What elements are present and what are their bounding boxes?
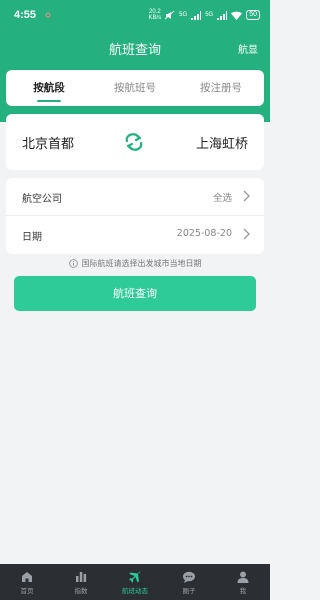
- hint-text: 国际航班请选择出发城市当地日期: [81, 259, 202, 268]
- page-title: 航班查询: [108, 43, 161, 58]
- person-icon: [237, 571, 249, 583]
- flight-display-link[interactable]: 航显: [238, 41, 258, 56]
- tab-by-flight-number[interactable]: 按航班号: [92, 70, 178, 106]
- filter-form: 航空公司 全选 日期 2025-08-20: [6, 178, 264, 254]
- status-indicators: 20.2 KB/s 5G 5G 50: [148, 9, 260, 21]
- international-hint: 国际航班请选择出发城市当地日期: [0, 258, 270, 269]
- departure-city[interactable]: 北京首都: [22, 133, 74, 152]
- home-icon: [22, 571, 32, 582]
- route-selector: 北京首都 上海虹桥: [6, 114, 264, 170]
- search-mode-tabs: 按航段 按航班号 按注册号: [6, 70, 264, 106]
- battery-indicator: 50: [246, 10, 260, 20]
- nav-me[interactable]: 我: [216, 564, 270, 600]
- date-row[interactable]: 日期 2025-08-20: [6, 216, 264, 254]
- signal-label-1: 5G: [179, 12, 188, 18]
- info-icon: [68, 259, 78, 268]
- mute-icon: [165, 10, 175, 19]
- chevron-right-icon: [243, 190, 250, 202]
- signal-icon-2: [217, 10, 228, 20]
- network-speed: 20.2 KB/s: [148, 9, 162, 21]
- nav-flight-status[interactable]: 航班动态: [108, 564, 162, 600]
- nav-index[interactable]: 指数: [54, 564, 108, 600]
- bottom-navigation: 首页 指数 航班动态 圈子 我: [0, 564, 270, 600]
- tab-by-segment[interactable]: 按航段: [6, 70, 92, 106]
- nav-bar: 航班查询 航显: [0, 30, 270, 66]
- date-label: 日期: [22, 232, 42, 243]
- status-bar: 4:55 20.2 KB/s 5G 5G 50: [0, 0, 270, 30]
- airline-value: 全选: [212, 193, 232, 204]
- swap-cities-icon[interactable]: [123, 132, 145, 152]
- chat-icon: [183, 571, 195, 583]
- bar-chart-icon: [76, 571, 87, 582]
- airplane-icon: [129, 570, 141, 583]
- flight-search-button[interactable]: 航班查询: [14, 276, 256, 311]
- status-time: 4:55: [14, 9, 37, 21]
- airline-label: 航空公司: [22, 194, 62, 205]
- chevron-right-icon: [243, 228, 250, 240]
- signal-icon: [191, 10, 202, 20]
- signal-label-2: 5G: [205, 12, 214, 18]
- notification-icon: [45, 12, 51, 18]
- tab-by-registration[interactable]: 按注册号: [178, 70, 264, 106]
- nav-home[interactable]: 首页: [0, 564, 54, 600]
- arrival-city[interactable]: 上海虹桥: [196, 133, 248, 152]
- wifi-icon: [231, 11, 243, 20]
- nav-circle[interactable]: 圈子: [162, 564, 216, 600]
- airline-row[interactable]: 航空公司 全选: [6, 178, 264, 216]
- date-value: 2025-08-20: [176, 228, 232, 239]
